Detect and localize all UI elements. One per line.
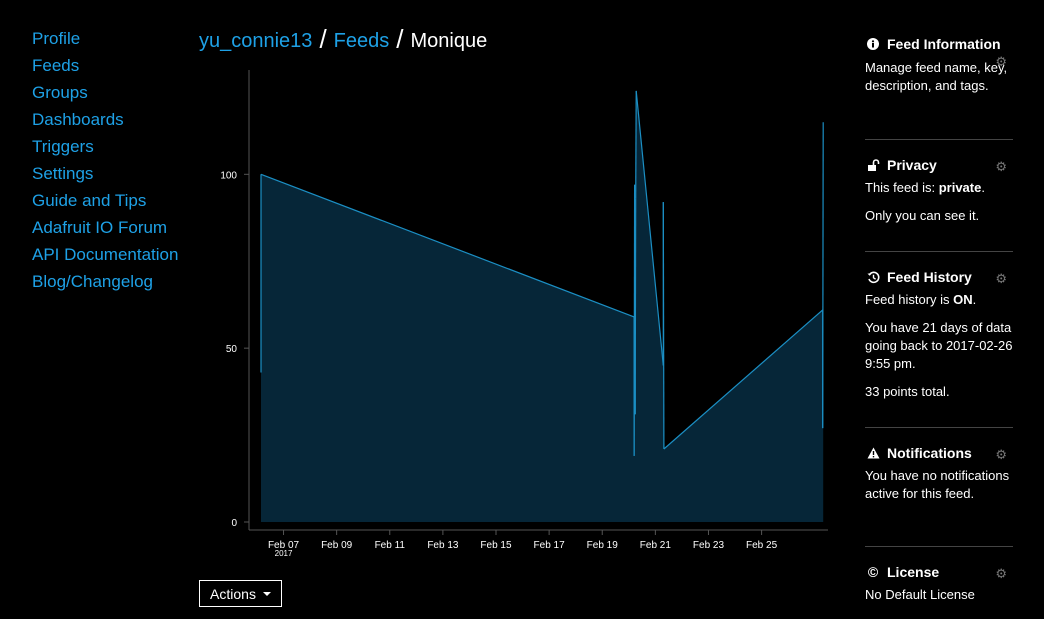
feed-information-text: Manage feed name, key, description, and … — [865, 60, 1008, 93]
nav-api-documentation[interactable]: API Documentation — [32, 244, 182, 266]
license-title: License — [887, 564, 940, 580]
feed-information-section: Feed Information ⚙ Manage feed name, key… — [865, 34, 1013, 140]
y-tick-label: 100 — [220, 170, 237, 181]
notifications-title: Notifications — [887, 445, 972, 461]
x-tick-label: Feb 21 — [640, 540, 672, 551]
feed-history-range-text: You have 21 days of data going back to 2… — [865, 320, 1013, 371]
feed-history-status-text: Feed history is ON. — [865, 291, 1013, 309]
nav-profile[interactable]: Profile — [32, 28, 182, 50]
nav-adafruit-io-forum[interactable]: Adafruit IO Forum — [32, 217, 182, 239]
feed-history-heading[interactable]: Feed History — [865, 267, 1013, 287]
breadcrumb-user-link[interactable]: yu_connie13 — [199, 30, 312, 52]
privacy-title: Privacy — [887, 157, 937, 173]
privacy-prefix: This feed is: — [865, 180, 939, 195]
gear-icon[interactable]: ⚙ — [995, 55, 1007, 68]
breadcrumb-separator: / — [319, 24, 327, 54]
history-value: ON — [953, 292, 973, 307]
x-tick-label: Feb 23 — [693, 540, 725, 551]
x-tick-label: Feb 09 — [321, 540, 353, 551]
x-tick-label: Feb 15 — [480, 540, 512, 551]
notifications-text: You have no notifications active for thi… — [865, 468, 1010, 501]
feed-information-heading[interactable]: Feed Information — [865, 34, 1013, 54]
history-prefix: Feed history is — [865, 292, 954, 307]
series-line-segment — [634, 198, 637, 415]
privacy-section: Privacy ⚙ This feed is: private. Only yo… — [865, 140, 1013, 252]
nav-triggers[interactable]: Triggers — [32, 136, 182, 158]
history-icon — [865, 269, 881, 285]
breadcrumb-current-feed: Monique — [410, 30, 488, 52]
info-circle-icon — [865, 36, 881, 52]
unlock-icon — [865, 157, 881, 173]
feed-information-title: Feed Information — [887, 36, 1001, 52]
right-panel: Feed Information ⚙ Manage feed name, key… — [865, 34, 1013, 604]
breadcrumb: yu_connie13 / Feeds / Monique — [199, 26, 487, 54]
x-tick-label: Feb 11 — [375, 540, 406, 551]
x-tick-label: Feb 25 — [746, 540, 778, 551]
feed-history-title: Feed History — [887, 269, 972, 285]
actions-button-label: Actions — [210, 585, 256, 602]
privacy-suffix: . — [981, 180, 985, 195]
actions-button[interactable]: Actions — [199, 580, 282, 607]
license-text: No Default License — [865, 587, 975, 602]
series-line-segment — [822, 122, 824, 429]
nav-groups[interactable]: Groups — [32, 82, 182, 104]
privacy-detail-text: Only you can see it. — [865, 208, 980, 223]
series-line-segment — [662, 202, 665, 450]
x-year-label: 2017 — [275, 549, 293, 558]
license-heading[interactable]: © License — [865, 562, 1013, 582]
series-line-segment — [635, 90, 637, 199]
warning-icon — [865, 445, 881, 461]
privacy-heading[interactable]: Privacy — [865, 155, 1013, 175]
license-section: © License ⚙ No Default License — [865, 547, 1013, 604]
copyright-icon: © — [867, 564, 879, 580]
x-tick-label: Feb 17 — [534, 540, 566, 551]
nav-dashboards[interactable]: Dashboards — [32, 109, 182, 131]
gear-icon[interactable]: ⚙ — [995, 160, 1007, 173]
left-nav: Profile Feeds Groups Dashboards Triggers… — [32, 28, 182, 298]
nav-settings[interactable]: Settings — [32, 163, 182, 185]
nav-guide-and-tips[interactable]: Guide and Tips — [32, 190, 182, 212]
privacy-value: private — [938, 180, 982, 195]
gear-icon[interactable]: ⚙ — [995, 272, 1007, 285]
notifications-heading[interactable]: Notifications — [865, 443, 1013, 463]
gear-icon[interactable]: ⚙ — [995, 567, 1007, 580]
feed-history-section: Feed History ⚙ Feed history is ON. You h… — [865, 252, 1013, 428]
privacy-status-text: This feed is: private. — [865, 179, 1013, 197]
breadcrumb-separator: / — [396, 24, 404, 54]
x-tick-label: Feb 19 — [587, 540, 619, 551]
feed-chart[interactable]: 050100 Feb 072017Feb 09 Feb 11 Feb 13 Feb 1… — [199, 60, 839, 560]
feed-history-points-text: 33 points total. — [865, 384, 950, 399]
y-tick-label: 50 — [226, 344, 238, 355]
nav-feeds[interactable]: Feeds — [32, 55, 182, 77]
notifications-section: Notifications ⚙ You have no notification… — [865, 428, 1013, 547]
x-tick-label: Feb 13 — [427, 540, 459, 551]
y-tick-label: 0 — [231, 518, 237, 529]
nav-blog-changelog[interactable]: Blog/Changelog — [32, 271, 182, 293]
history-suffix: . — [972, 292, 977, 307]
gear-icon[interactable]: ⚙ — [995, 448, 1007, 461]
breadcrumb-feeds-link[interactable]: Feeds — [334, 30, 390, 52]
series-area — [261, 90, 824, 523]
caret-down-icon — [262, 591, 271, 596]
